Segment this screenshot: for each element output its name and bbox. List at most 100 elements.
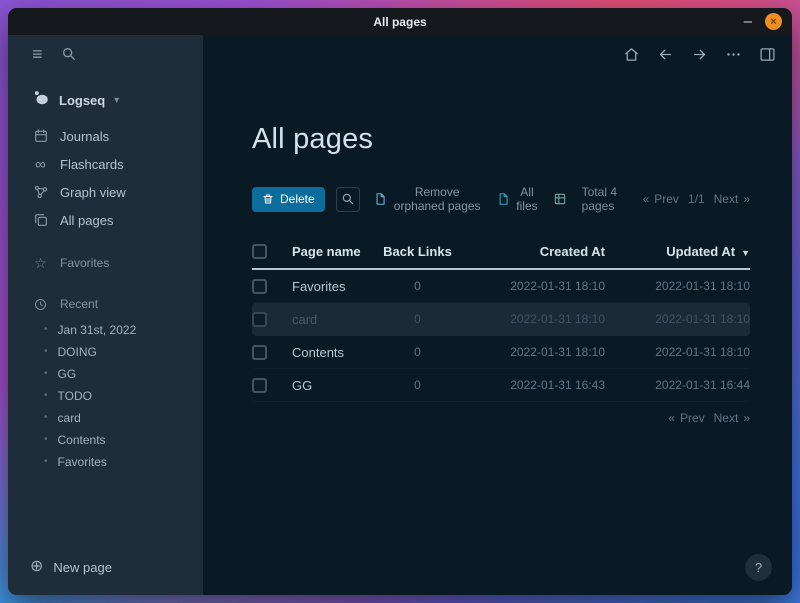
page-indicator: 1/1 (688, 192, 705, 206)
home-icon[interactable] (623, 46, 640, 63)
next-page-button[interactable]: Next » (714, 411, 750, 425)
select-all-checkbox[interactable] (252, 244, 267, 259)
recent-item[interactable]: • Jan 31st, 2022 (8, 319, 203, 341)
calendar-icon (32, 128, 49, 144)
recent-item[interactable]: • Favorites (8, 451, 203, 473)
main-panel: All pages Delete (203, 73, 792, 595)
sidebar-item-flashcards[interactable]: ∞ Flashcards (8, 150, 203, 178)
sidebar: ≡ Logseq ▾ Journals (8, 35, 203, 595)
delete-button[interactable]: Delete (252, 187, 325, 212)
row-checkbox[interactable] (252, 279, 267, 294)
page-name-link[interactable]: GG (286, 378, 370, 393)
next-label: Next (714, 192, 739, 206)
column-header-page-name[interactable]: Page name (286, 244, 370, 259)
top-toolbar-right (203, 35, 792, 73)
total-pages-label: Total 4 pages (582, 185, 632, 213)
chevron-down-icon: ▾ (114, 95, 119, 106)
table-search-button[interactable] (336, 187, 360, 212)
sidebar-item-journals[interactable]: Journals (8, 122, 203, 150)
close-button[interactable]: × (765, 13, 782, 30)
back-links-count: 0 (370, 378, 465, 392)
logseq-logo-icon (32, 89, 50, 112)
row-checkbox[interactable] (252, 345, 267, 360)
recent-section-header[interactable]: Recent (8, 292, 203, 316)
trash-icon (262, 193, 274, 205)
search-icon (341, 192, 355, 206)
infinity-icon: ∞ (32, 157, 49, 172)
favorites-label: Favorites (60, 256, 109, 270)
remove-orphaned-pages-button[interactable]: Remove orphaned pages (371, 185, 483, 213)
page-name-link[interactable]: Favorites (286, 279, 370, 294)
recent-item[interactable]: • Contents (8, 429, 203, 451)
recent-item[interactable]: • TODO (8, 385, 203, 407)
created-at-value: 2022-01-31 18:10 (465, 345, 605, 359)
bullet-icon: • (44, 435, 48, 445)
favorites-section-header[interactable]: ☆ Favorites (8, 251, 203, 275)
menu-icon[interactable]: ≡ (32, 45, 43, 63)
minimize-button[interactable]: – (744, 14, 752, 29)
plus-circle-icon: ⊕ (30, 559, 43, 575)
all-files-label: All files (516, 185, 537, 213)
bullet-icon: • (44, 391, 48, 401)
sidebar-item-label: All pages (60, 213, 113, 228)
updated-at-value: 2022-01-31 18:10 (605, 312, 750, 326)
app-window: All pages – × ≡ Logseq ▾ (8, 8, 792, 595)
pages-toolbar: Delete Remove orphaned pages (252, 185, 750, 213)
prev-icon: « (643, 192, 650, 206)
page-name-link[interactable]: card (286, 312, 370, 327)
graph-name: Logseq (59, 93, 105, 108)
back-links-count: 0 (370, 312, 465, 326)
sidebar-item-all-pages[interactable]: All pages (8, 206, 203, 234)
recent-item[interactable]: • DOING (8, 341, 203, 363)
recent-item[interactable]: • card (8, 407, 203, 429)
table-row: Favorites 0 2022-01-31 18:10 2022-01-31 … (252, 270, 750, 303)
updated-at-value: 2022-01-31 18:10 (605, 345, 750, 359)
column-header-updated-at[interactable]: Updated At▼ (605, 244, 750, 259)
column-header-back-links[interactable]: Back Links (370, 244, 465, 259)
all-files-button[interactable]: All files (494, 185, 539, 213)
sidebar-nav: Journals ∞ Flashcards Graph view All (8, 122, 203, 234)
updated-at-label: Updated At (666, 244, 735, 259)
sidebar-item-label: Flashcards (60, 157, 124, 172)
search-icon[interactable] (61, 46, 77, 62)
recent-item-label: GG (58, 367, 77, 381)
sidebar-item-graph-view[interactable]: Graph view (8, 178, 203, 206)
table-row: card 0 2022-01-31 18:10 2022-01-31 18:10 (252, 303, 750, 336)
table-view-button[interactable] (551, 192, 569, 206)
titlebar: All pages – × (8, 8, 792, 35)
next-icon: » (743, 192, 750, 206)
column-header-created-at[interactable]: Created At (465, 244, 605, 259)
created-at-value: 2022-01-31 18:10 (465, 279, 605, 293)
row-checkbox[interactable] (252, 378, 267, 393)
row-checkbox[interactable] (252, 312, 267, 327)
recent-item-label: DOING (58, 345, 97, 359)
next-page-button[interactable]: Next » (714, 192, 750, 206)
table-row: Contents 0 2022-01-31 18:10 2022-01-31 1… (252, 336, 750, 369)
graph-switcher[interactable]: Logseq ▾ (8, 86, 203, 114)
updated-at-value: 2022-01-31 18:10 (605, 279, 750, 293)
new-page-button[interactable]: ⊕ New page (8, 552, 203, 582)
updated-at-value: 2022-01-31 16:44 (605, 378, 750, 392)
forward-arrow-icon[interactable] (691, 46, 708, 63)
page-name-link[interactable]: Contents (286, 345, 370, 360)
window-title: All pages (373, 15, 426, 29)
delete-label: Delete (280, 192, 315, 206)
recent-item[interactable]: • GG (8, 363, 203, 385)
window-controls: – × (744, 8, 782, 35)
more-options-icon[interactable] (725, 46, 742, 63)
bullet-icon: • (44, 413, 48, 423)
right-sidebar-toggle-icon[interactable] (759, 46, 776, 63)
prev-label: Prev (680, 411, 705, 425)
content-area: All pages Delete (203, 35, 792, 595)
sidebar-item-label: Journals (60, 129, 109, 144)
table-body: Favorites 0 2022-01-31 18:10 2022-01-31 … (252, 270, 750, 402)
bullet-icon: • (44, 369, 48, 379)
next-icon: » (743, 411, 750, 425)
back-links-count: 0 (370, 279, 465, 293)
pagination-top: « Prev 1/1 Next » (643, 192, 750, 206)
help-button[interactable]: ? (745, 554, 772, 581)
prev-page-button[interactable]: « Prev (668, 411, 704, 425)
back-arrow-icon[interactable] (657, 46, 674, 63)
bullet-icon: • (44, 457, 48, 467)
prev-page-button[interactable]: « Prev (643, 192, 679, 206)
